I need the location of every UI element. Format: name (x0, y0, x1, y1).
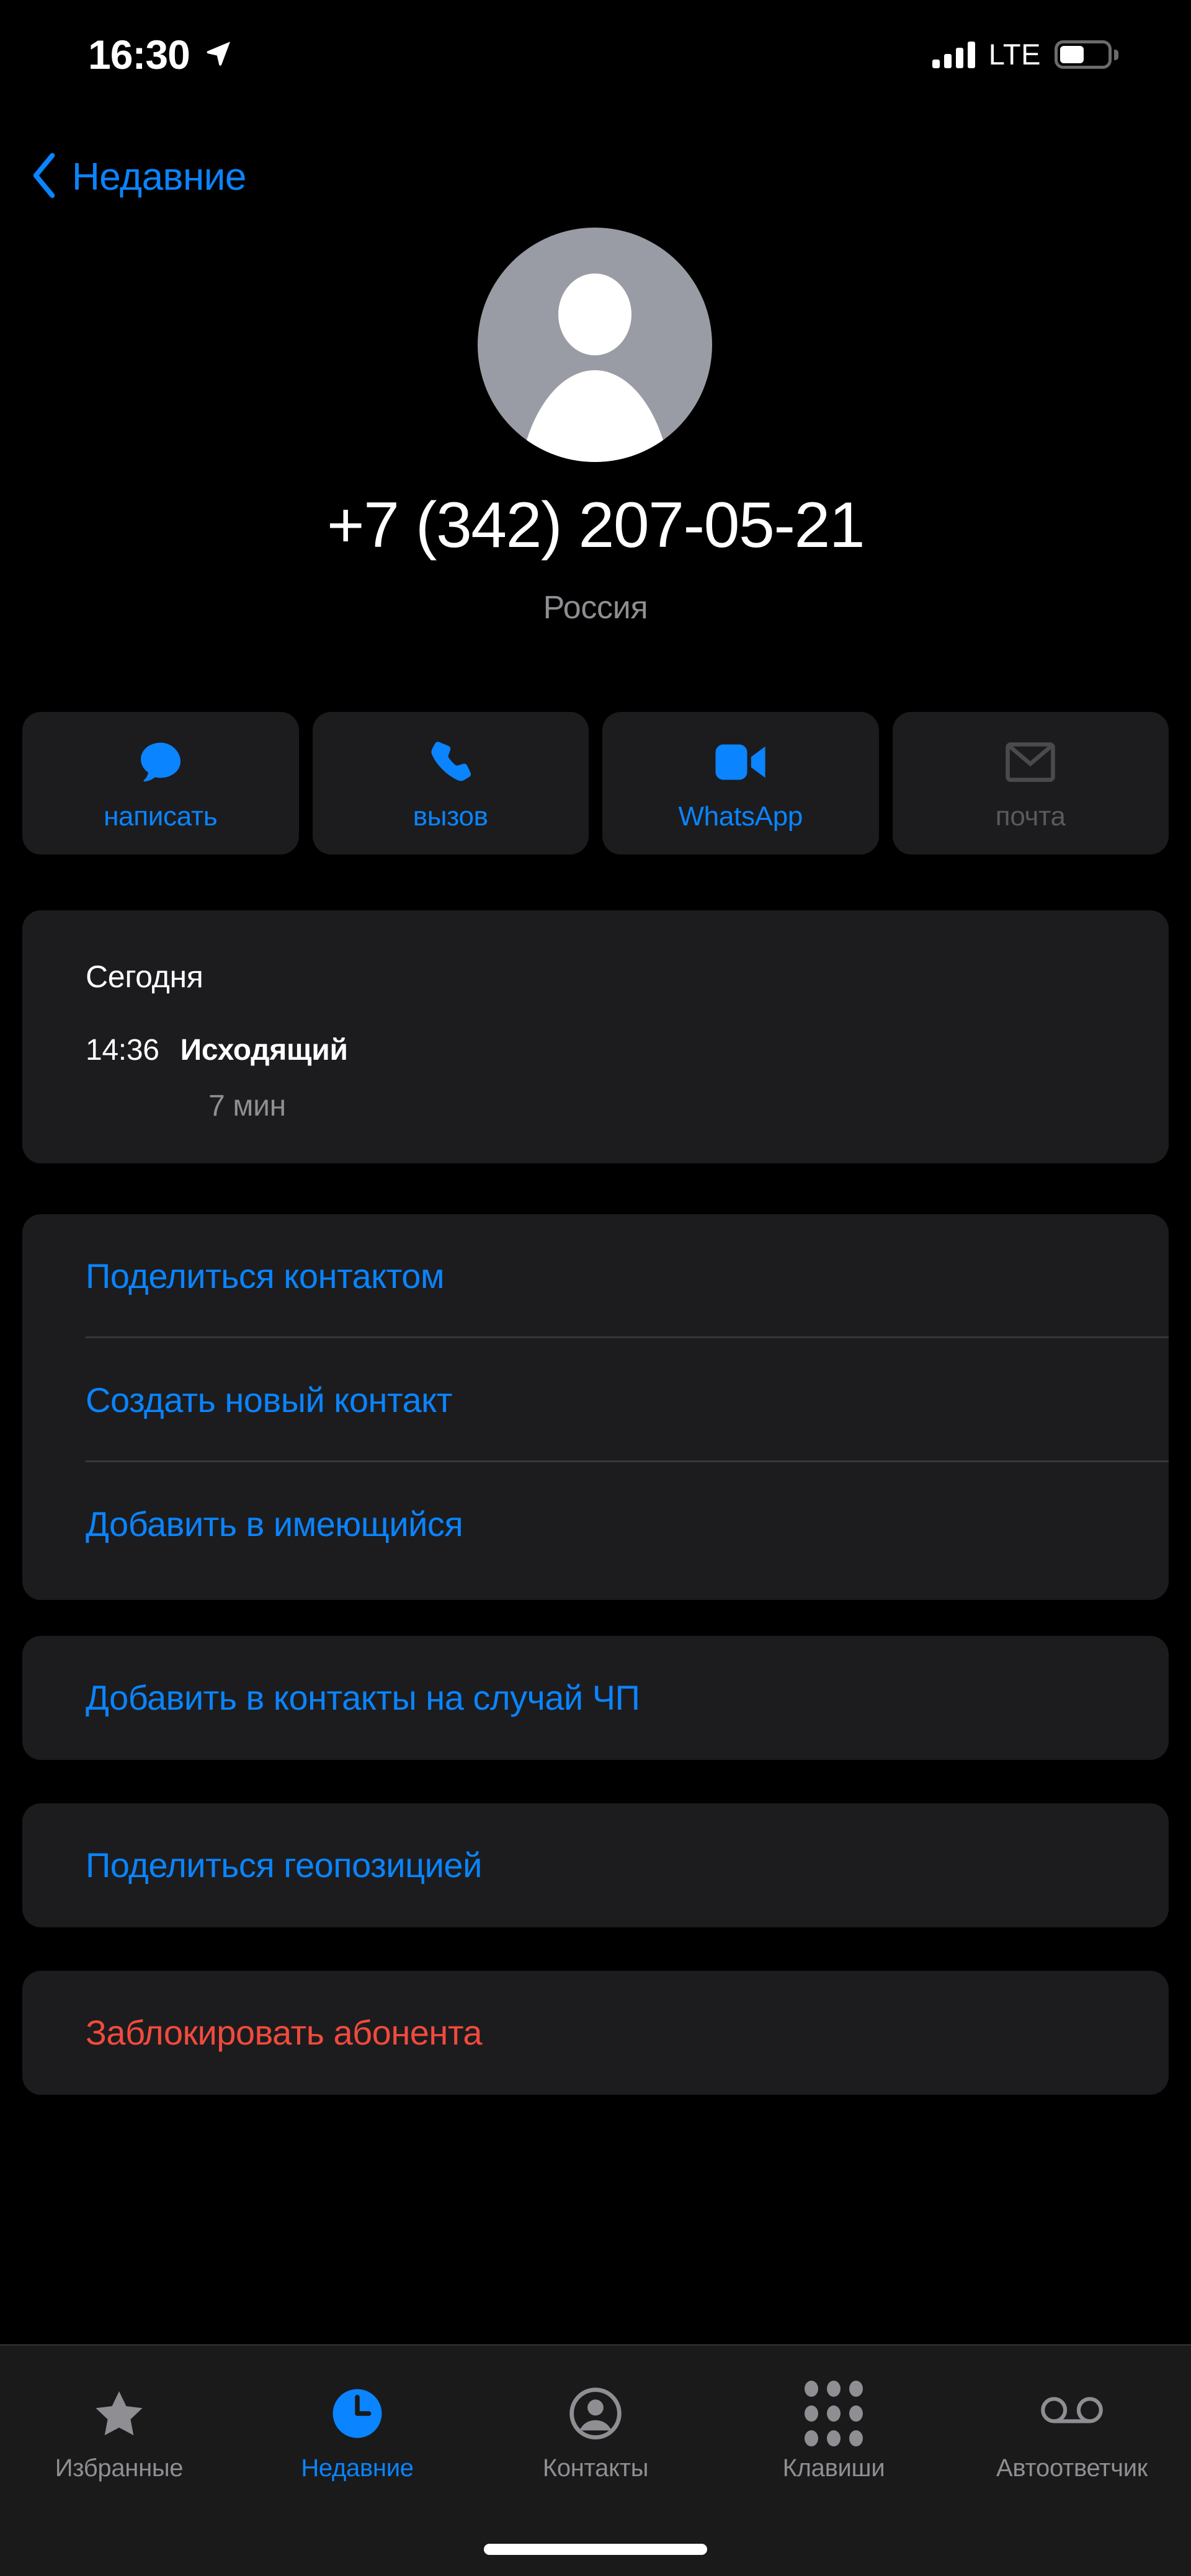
call-history-time: 14:36 (86, 1034, 159, 1067)
share-contact-label: Поделиться контактом (86, 1256, 444, 1295)
chevron-left-icon (30, 152, 58, 202)
block-caller-label: Заблокировать абонента (86, 2013, 483, 2052)
share-location-card: Поделиться геопозицией (22, 1803, 1169, 1927)
avatar-body (517, 370, 673, 462)
tab-recents-label: Недавние (301, 2454, 414, 2482)
back-button-label: Недавние (72, 155, 246, 198)
block-caller-card: Заблокировать абонента (22, 1971, 1169, 2095)
star-icon (93, 2385, 145, 2442)
message-bubble-icon (136, 736, 185, 788)
back-button[interactable]: Недавние (30, 152, 246, 202)
tab-favorites[interactable]: Избранные (0, 2346, 238, 2520)
person-placeholder-avatar (478, 228, 712, 462)
message-action-button[interactable]: написать (22, 712, 299, 855)
call-action-label: вызов (413, 801, 488, 832)
location-arrow-icon (203, 38, 233, 71)
voicemail-icon (1041, 2385, 1103, 2442)
tab-voicemail[interactable]: Автоответчик (953, 2346, 1191, 2520)
page-title-phone-number: +7 (342) 207-05-21 (326, 489, 865, 561)
status-bar: 16:30 LTE (0, 0, 1191, 99)
tab-voicemail-label: Автоответчик (996, 2454, 1148, 2482)
tab-contacts-label: Контакты (542, 2454, 649, 2482)
create-new-contact-label: Создать новый контакт (86, 1380, 452, 1419)
mail-action-label: почта (995, 801, 1066, 832)
call-history-card: Сегодня 14:36 Исходящий 7 мин (22, 910, 1169, 1163)
whatsapp-action-button[interactable]: WhatsApp (602, 712, 879, 855)
tab-recents[interactable]: Недавние (238, 2346, 476, 2520)
battery-icon (1055, 40, 1118, 69)
call-history-duration: 7 мин (208, 1090, 286, 1122)
status-bar-left: 16:30 (88, 34, 233, 75)
clock-icon (331, 2385, 384, 2442)
add-to-existing-row[interactable]: Добавить в имеющийся (22, 1462, 1169, 1586)
block-caller-row[interactable]: Заблокировать абонента (22, 1971, 1169, 2095)
share-contact-row[interactable]: Поделиться контактом (22, 1214, 1169, 1338)
call-history-type: Исходящий (180, 1034, 348, 1067)
tab-favorites-label: Избранные (55, 2454, 184, 2482)
video-camera-icon (715, 736, 767, 788)
mail-action-button: почта (892, 712, 1169, 855)
call-action-button[interactable]: вызов (312, 712, 589, 855)
envelope-icon (1005, 736, 1056, 788)
share-location-label: Поделиться геопозицией (86, 1845, 482, 1885)
tab-contacts[interactable]: Контакты (476, 2346, 715, 2520)
add-to-existing-label: Добавить в имеющийся (86, 1504, 463, 1543)
message-action-label: написать (104, 801, 218, 832)
tab-keypad-label: Клавиши (782, 2454, 885, 2482)
share-location-row[interactable]: Поделиться геопозицией (22, 1803, 1169, 1927)
quick-actions-row: написать вызов WhatsApp почта (22, 712, 1169, 855)
contact-country-label: Россия (543, 590, 648, 626)
status-bar-right: LTE (932, 38, 1118, 71)
call-details-screen: 16:30 LTE Недавние +7 (342) 207-05-21 Ро… (0, 0, 1191, 2576)
signal-bars-icon (932, 41, 975, 68)
person-circle-icon (569, 2385, 622, 2442)
call-history-row: 14:36 Исходящий (86, 1033, 348, 1067)
avatar-head (558, 273, 631, 355)
status-bar-clock: 16:30 (88, 32, 190, 78)
contact-actions-card: Поделиться контактом Создать новый конта… (22, 1214, 1169, 1600)
call-history-day-label: Сегодня (86, 959, 203, 994)
tab-keypad[interactable]: Клавиши (715, 2346, 953, 2520)
add-emergency-contact-label: Добавить в контакты на случай ЧП (86, 1678, 640, 1717)
home-indicator[interactable] (484, 2544, 707, 2555)
create-new-contact-row[interactable]: Создать новый контакт (22, 1338, 1169, 1462)
network-type-label: LTE (988, 38, 1041, 71)
tab-bar-items: Избранные Недавние Контакты Клавиши Авто… (0, 2346, 1191, 2520)
keypad-dots-icon (805, 2381, 863, 2446)
add-emergency-contact-row[interactable]: Добавить в контакты на случай ЧП (22, 1636, 1169, 1760)
tab-bar: Избранные Недавние Контакты Клавиши Авто… (0, 2344, 1191, 2576)
whatsapp-action-label: WhatsApp (678, 801, 803, 832)
phone-handset-icon (426, 736, 475, 788)
emergency-contact-card: Добавить в контакты на случай ЧП (22, 1636, 1169, 1760)
